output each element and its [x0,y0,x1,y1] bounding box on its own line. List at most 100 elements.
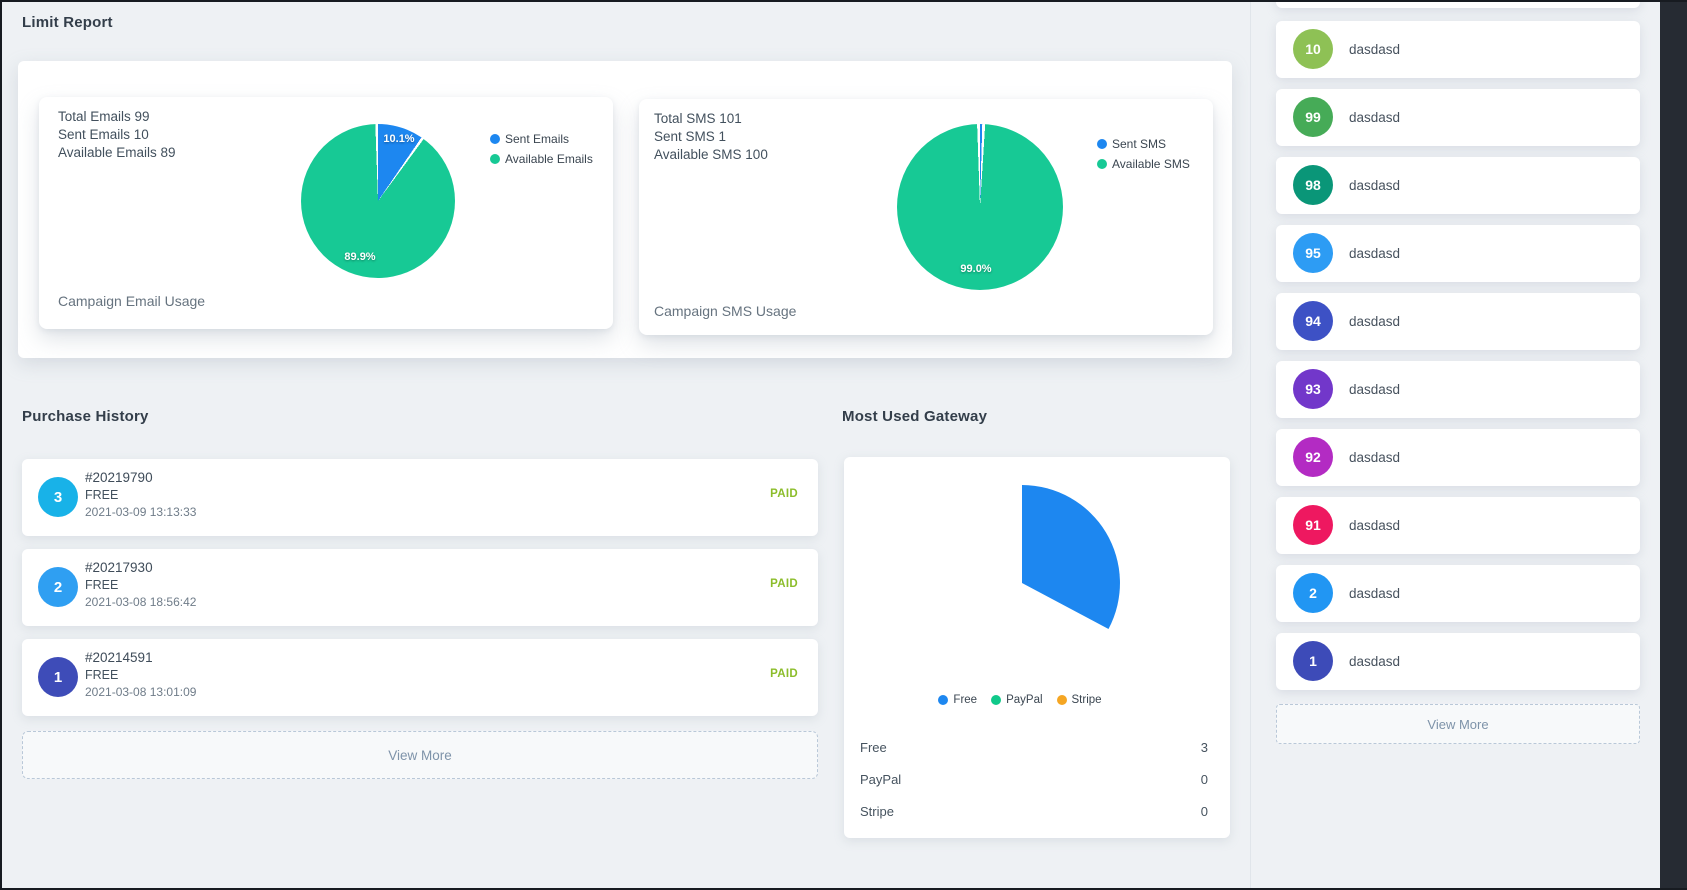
email-sent-slice-label: 10.1% [383,133,415,145]
sidebar-number-badge: 1 [1293,641,1333,681]
purchase-number-badge: 1 [38,657,78,697]
sent-sms-stat: Sent SMS 1 [654,129,727,144]
dark-edge-panel [1660,0,1687,890]
legend-dot-icon [1056,695,1067,705]
legend-label: Available SMS [1112,157,1190,171]
purchase-plan: FREE [85,488,119,502]
sidebar-item-label: dasdasd [1349,246,1401,261]
legend-item[interactable]: Stripe [1056,694,1102,706]
available-emails-stat: Available Emails 89 [58,145,176,160]
paid-status-badge: PAID [770,578,798,590]
email-usage-legend: Sent Emails Available Emails [490,132,593,166]
sidebar-list-item-partial [1276,0,1640,8]
sidebar-list-item[interactable]: 98 dasdasd [1276,157,1640,214]
purchase-list-item[interactable]: 1 #20214591 FREE 2021-03-08 13:01:09 PAI… [22,639,818,716]
purchase-date: 2021-03-09 13:13:33 [85,505,197,519]
sidebar-list-item[interactable]: 99 dasdasd [1276,89,1640,146]
purchase-plan: FREE [85,578,119,592]
purchase-date: 2021-03-08 13:01:09 [85,685,197,699]
sidebar-item-label: dasdasd [1349,314,1401,329]
legend-dot-icon [490,154,500,164]
legend-dot-icon [991,695,1002,705]
legend-label: Free [953,694,978,706]
total-emails-stat: Total Emails 99 [58,109,150,124]
purchase-list-item[interactable]: 2 #20217930 FREE 2021-03-08 18:56:42 PAI… [22,549,818,626]
purchase-plan: FREE [85,668,119,682]
sidebar-number-badge: 95 [1293,233,1333,273]
sidebar-list-item[interactable]: 94 dasdasd [1276,293,1640,350]
email-available-slice-label: 89.9% [344,251,376,263]
legend-item[interactable]: Sent Emails [490,132,593,146]
sidebar-item-label: dasdasd [1349,586,1401,601]
sidebar-item-label: dasdasd [1349,178,1401,193]
email-usage-card: Total Emails 99 Sent Emails 10 Available… [39,97,613,329]
sidebar-view-more-button[interactable]: View More [1276,704,1640,744]
purchase-list-item[interactable]: 3 #20219790 FREE 2021-03-09 13:13:33 PAI… [22,459,818,536]
email-usage-chart-title: Campaign Email Usage [58,293,206,309]
sidebar-list-item[interactable]: 1 dasdasd [1276,633,1640,690]
gateway-legend: Free PayPal Stripe [844,694,1196,706]
legend-dot-icon [1097,159,1107,169]
sidebar-number-badge: 99 [1293,97,1333,137]
sidebar-list-item[interactable]: 10 dasdasd [1276,21,1640,78]
sidebar-number-badge: 93 [1293,369,1333,409]
sidebar-item-label: dasdasd [1349,42,1401,57]
sidebar-item-label: dasdasd [1349,450,1401,465]
sidebar-number-badge: 94 [1293,301,1333,341]
purchase-date: 2021-03-08 18:56:42 [85,595,197,609]
paid-status-badge: PAID [770,668,798,680]
gateway-row-label: Free [860,740,887,755]
sms-usage-legend: Sent SMS Available SMS [1097,137,1190,171]
gateway-row-stripe: Stripe 0 [860,804,1208,824]
gateway-row-value: 3 [1200,740,1208,755]
sent-emails-stat: Sent Emails 10 [58,127,149,142]
sidebar-list-item[interactable]: 92 dasdasd [1276,429,1640,486]
sms-available-slice-label: 99.0% [960,263,992,275]
total-sms-stat: Total SMS 101 [654,111,742,126]
sidebar-number-badge: 10 [1293,29,1333,69]
legend-label: Stripe [1071,694,1102,706]
sidebar-number-badge: 98 [1293,165,1333,205]
gateway-row-value: 0 [1200,772,1208,787]
purchase-history-title: Purchase History [22,408,149,425]
sms-usage-card: Total SMS 101 Sent SMS 1 Available SMS 1… [639,99,1213,335]
gateway-pie-chart [1022,485,1120,629]
sidebar-number-badge: 92 [1293,437,1333,477]
legend-label: Available Emails [505,152,593,166]
legend-item[interactable]: Sent SMS [1097,137,1190,151]
purchase-order-number: #20217930 [85,560,153,575]
gateway-card: Free PayPal Stripe Free 3 PayPal 0 Strip… [844,457,1230,838]
sidebar-list-item[interactable]: 91 dasdasd [1276,497,1640,554]
sidebar-item-label: dasdasd [1349,110,1401,125]
sidebar-number-badge: 2 [1293,573,1333,613]
vertical-divider [1250,0,1251,890]
gateway-row-paypal: PayPal 0 [860,772,1208,792]
email-usage-stats: Total Emails 99 Sent Emails 10 Available… [58,108,176,162]
legend-label: Sent SMS [1112,137,1167,151]
sidebar-number-badge: 91 [1293,505,1333,545]
legend-dot-icon [938,695,949,705]
sidebar-list-item[interactable]: 2 dasdasd [1276,565,1640,622]
legend-dot-icon [490,134,500,144]
limit-report-title: Limit Report [22,14,113,31]
legend-item[interactable]: Available Emails [490,152,593,166]
gateway-row-label: PayPal [860,772,902,787]
sidebar-list-item[interactable]: 93 dasdasd [1276,361,1640,418]
legend-dot-icon [1097,139,1107,149]
gateway-row-value: 0 [1200,804,1208,819]
gateway-row-label: Stripe [860,804,894,819]
purchase-view-more-button[interactable]: View More [22,731,818,779]
purchase-order-number: #20214591 [85,650,153,665]
most-used-gateway-title: Most Used Gateway [842,408,988,425]
legend-item[interactable]: PayPal [991,694,1043,706]
sidebar-list-item[interactable]: 95 dasdasd [1276,225,1640,282]
paid-status-badge: PAID [770,488,798,500]
purchase-number-badge: 2 [38,567,78,607]
legend-label: Sent Emails [505,132,570,146]
legend-item[interactable]: Available SMS [1097,157,1190,171]
sidebar-item-label: dasdasd [1349,518,1401,533]
sms-usage-stats: Total SMS 101 Sent SMS 1 Available SMS 1… [654,110,768,164]
available-sms-stat: Available SMS 100 [654,147,768,162]
gateway-row-free: Free 3 [860,740,1208,760]
legend-item[interactable]: Free [938,694,977,706]
